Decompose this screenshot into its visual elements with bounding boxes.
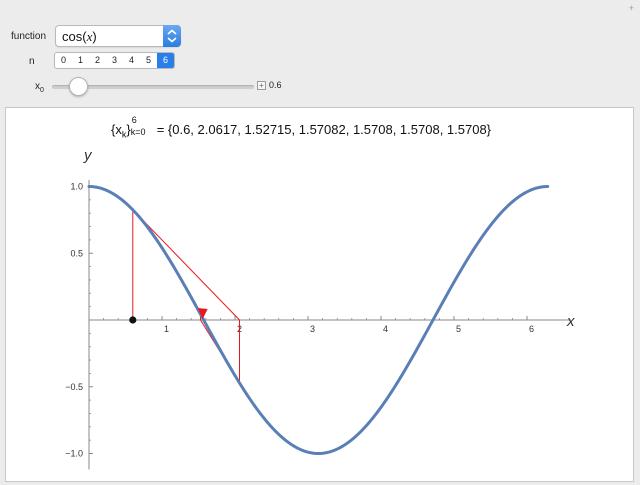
function-label: function: [11, 31, 47, 42]
n-label: n: [29, 56, 35, 67]
n-option-5[interactable]: 5: [140, 53, 157, 68]
n-option-1[interactable]: 1: [72, 53, 89, 68]
x0-slider-thumb[interactable]: [69, 77, 88, 96]
corner-plus-icon[interactable]: +: [629, 3, 634, 13]
x0-label: x0: [35, 81, 44, 94]
function-select[interactable]: cos(x): [55, 25, 181, 47]
output-panel: [5, 107, 634, 482]
n-option-2[interactable]: 2: [89, 53, 106, 68]
n-option-6[interactable]: 6: [157, 53, 174, 68]
n-option-4[interactable]: 4: [123, 53, 140, 68]
n-option-0[interactable]: 0: [55, 53, 72, 68]
n-setter-bar: 0123456: [54, 52, 175, 69]
select-chevrons-icon[interactable]: [163, 25, 181, 47]
n-option-3[interactable]: 3: [106, 53, 123, 68]
sequence-result: {xk} 6 k=0 = {0.6, 2.0617, 1.52715, 1.57082…: [111, 115, 492, 140]
x0-value: 0.6: [269, 80, 282, 90]
slider-expand-icon[interactable]: +: [257, 81, 266, 90]
function-select-value: cos(x): [62, 29, 97, 44]
